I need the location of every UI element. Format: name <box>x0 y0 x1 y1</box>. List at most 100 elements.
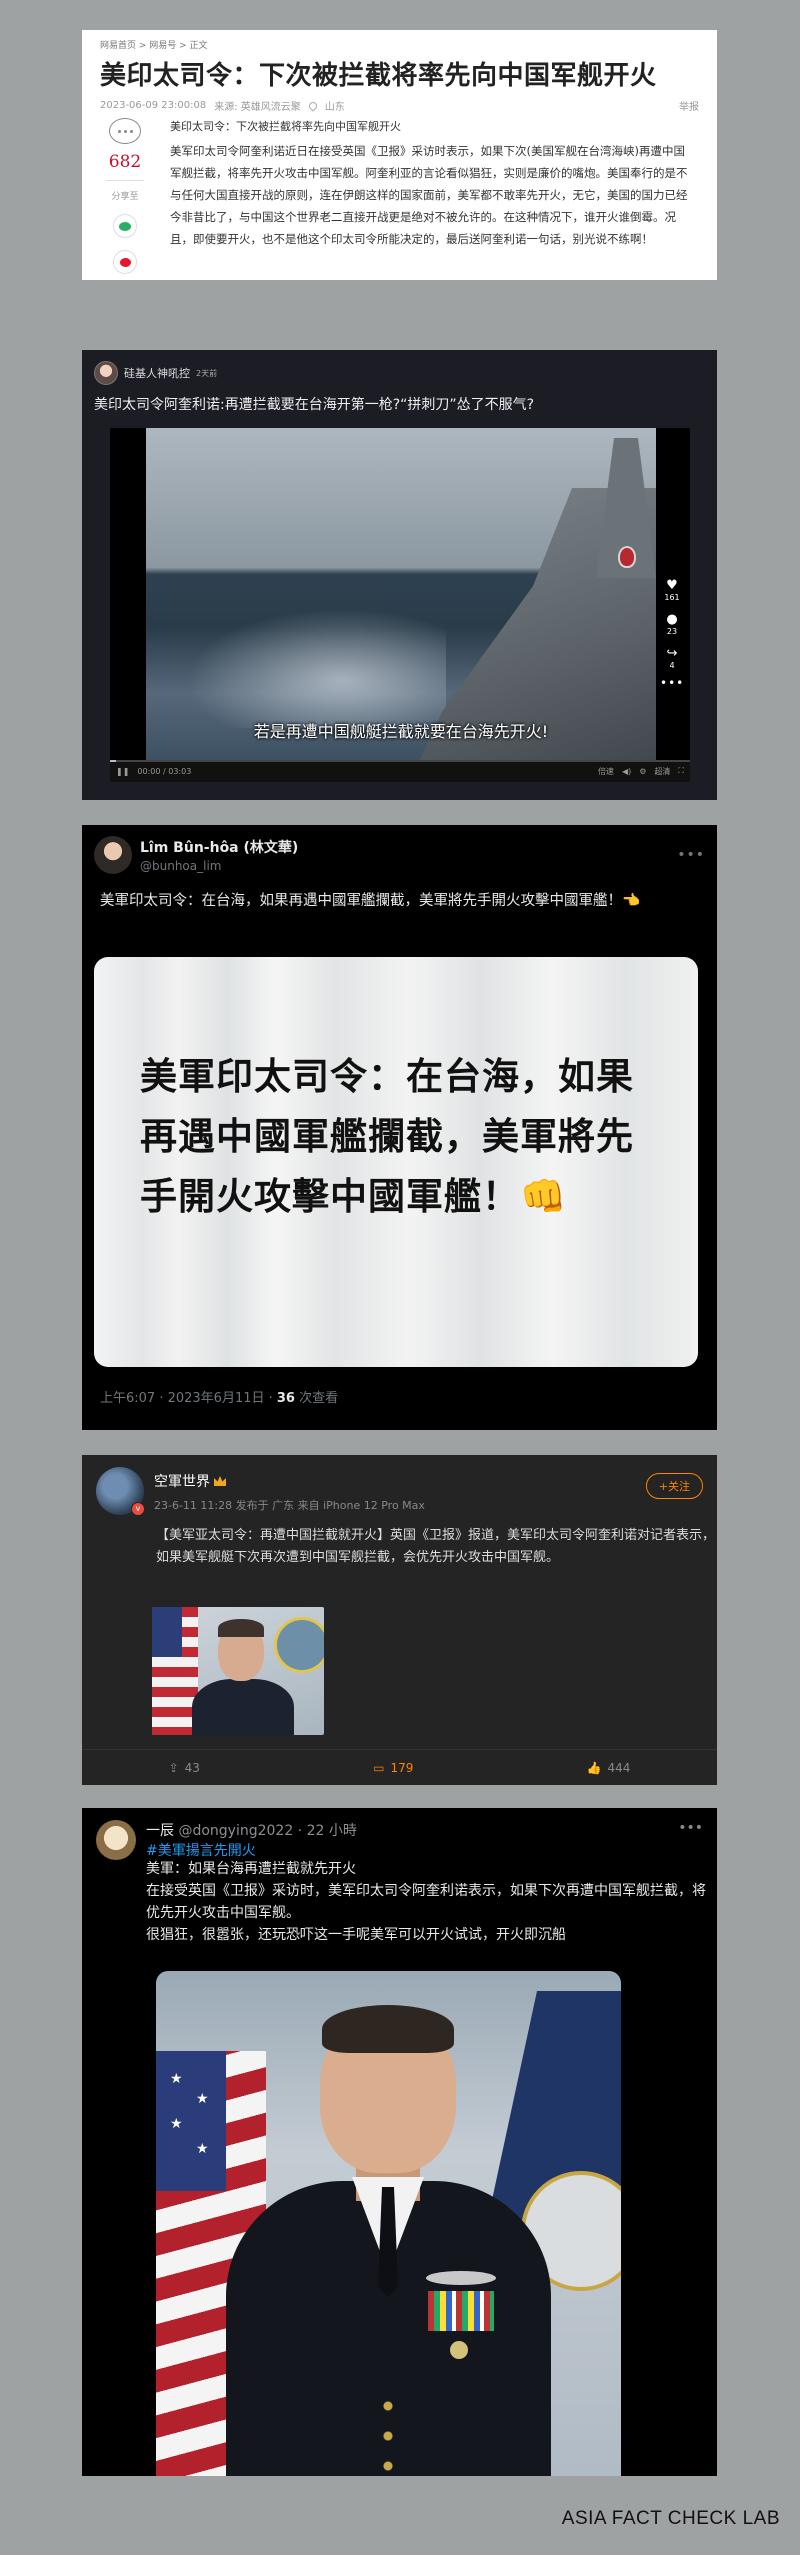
article-source[interactable]: 来源: 英雄风流云聚 <box>214 98 301 113</box>
command-seal <box>274 1617 324 1673</box>
tweet-header: Lîm Bûn-hôa (林文華) @bunhoa_lim ••• <box>94 835 705 875</box>
username[interactable]: 硅基人神吼控 <box>124 365 190 381</box>
volume-icon[interactable]: ◀) <box>622 767 631 776</box>
fullscreen-icon[interactable]: ⛶ <box>678 766 684 776</box>
display-name[interactable]: 一辰 <box>146 1823 174 1839</box>
post-line: 美軍：如果台海再遭拦截就先开火 <box>146 1861 356 1877</box>
aviator-wings <box>426 2271 496 2285</box>
divider <box>106 180 144 181</box>
comment-icon: ▭ <box>373 1760 385 1775</box>
video-post-panel: 硅基人神吼控 2天前 美印太司令阿奎利诺:再遭拦截要在台海开第一枪?“拼刺刀”怂… <box>82 350 717 800</box>
post-meta: 23-6-11 11:28 发布于 广东 来自 iPhone 12 Pro Ma… <box>154 1499 425 1512</box>
flag-star: ★ <box>196 2141 209 2157</box>
user-handle[interactable]: @dongying2022 · 22 小時 <box>178 1823 356 1839</box>
more-icon[interactable]: ••• <box>660 676 684 690</box>
follow-button[interactable]: +关注 <box>645 1473 703 1499</box>
avatar[interactable]: v <box>96 1467 145 1516</box>
more-icon[interactable]: ••• <box>677 847 705 863</box>
threads-panel: 一辰 @dongying2022 · 22 小時 #美軍揚言先開火 ••• 美軍… <box>82 1808 717 2476</box>
heart-icon[interactable]: ♥ <box>660 578 684 593</box>
repost-button[interactable]: ⇪ 43 <box>169 1761 200 1775</box>
thumbs-up-icon: 👍 <box>586 1760 602 1775</box>
video-title: 美印太司令阿奎利诺:再遭拦截要在台海开第一枪?“拼刺刀”怂了不服气? <box>94 397 535 413</box>
share-icon[interactable]: ↪ <box>660 646 684 661</box>
weibo-icon[interactable] <box>113 250 137 274</box>
article-body: 美军印太司令阿奎利诺近日在接受英国《卫报》采访时表示，如果下次(美国军舰在台湾海… <box>170 144 688 246</box>
verified-icon: v <box>131 1502 145 1516</box>
comment-button[interactable]: ▭ 179 <box>373 1761 413 1775</box>
flag-canton <box>156 2051 226 2191</box>
share-count: 4 <box>669 661 675 670</box>
progress-bar[interactable] <box>110 760 690 762</box>
admiral-photo[interactable] <box>152 1607 324 1735</box>
uniform <box>192 1679 294 1735</box>
avatar[interactable] <box>96 1820 136 1860</box>
share-label: 分享至 <box>111 192 139 202</box>
view-count: 36 <box>276 1391 295 1406</box>
comment-count: 179 <box>390 1760 414 1775</box>
flag-star: ★ <box>170 2116 183 2132</box>
repost-icon: ⇪ <box>168 1760 179 1775</box>
tweet-panel: Lîm Bûn-hôa (林文華) @bunhoa_lim ••• 美軍印太司令… <box>82 825 717 1430</box>
article-date: 2023-06-09 23:00:08 <box>100 100 207 111</box>
pause-icon[interactable]: ❚❚ <box>116 767 129 776</box>
post-line: 在接受英国《卫报》采访时，美军印太司令阿奎利诺表示，如果下次再遭中国军舰拦截，将… <box>146 1883 706 1921</box>
hair <box>218 1619 264 1637</box>
more-icon[interactable]: ••• <box>678 1820 703 1860</box>
tweet-image-card[interactable]: 美軍印太司令：在台海，如果再遇中國軍艦攔截，美軍將先手開火攻擊中國軍艦！👊 <box>94 957 698 1367</box>
tweet-text: 美軍印太司令：在台海，如果再遇中國軍艦攔截，美軍將先手開火攻擊中國軍艦！👈 <box>100 893 641 909</box>
display-name-row: 空軍世界 <box>154 1471 425 1491</box>
weibo-body: 【美军亚太司令：再遭中国拦截就开火】英国《卫报》报道，美军印太司令阿奎利诺对记者… <box>156 1528 716 1565</box>
crown-icon <box>214 1476 226 1486</box>
avatar[interactable] <box>94 361 118 385</box>
netease-article-panel: 网易首页 > 网易号 > 正文 美印太司令：下次被拦截将率先向中国军舰开火 20… <box>82 30 717 280</box>
tweet-timestamp: 上午6:07 · 2023年6月11日 · 36 次查看 <box>100 1387 338 1406</box>
comment-count[interactable]: 682 <box>100 152 150 172</box>
wechat-icon[interactable] <box>113 214 137 238</box>
ship-emblem <box>618 546 636 568</box>
weibo-panel: v 空軍世界 23-6-11 11:28 发布于 广东 来自 iPhone 12… <box>82 1455 717 1785</box>
speed-button[interactable]: 倍速 <box>598 766 614 777</box>
post-time: 2天前 <box>196 368 218 378</box>
video-controls: ❚❚ 00:00 / 03:03 倍速 ◀) ⚙ 超清 ⛶ <box>110 760 690 782</box>
video-player[interactable]: 若是再遭中国舰艇拦截就要在台海先开火! ♥ 161 ● 23 ↪ 4 ••• ❚… <box>110 428 690 782</box>
flag-star: ★ <box>170 2071 183 2087</box>
post-body: 美軍：如果台海再遭拦截就先开火 在接受英国《卫报》采访时，美军印太司令阿奎利诺表… <box>146 1858 706 1946</box>
comment-bubble-icon[interactable] <box>109 118 141 144</box>
post-header: 硅基人神吼控 2天前 <box>94 360 705 386</box>
display-name[interactable]: Lîm Bûn-hôa (林文華) <box>140 837 298 857</box>
flag-canton <box>152 1607 182 1657</box>
post-header: 一辰 @dongying2022 · 22 小時 #美軍揚言先開火 ••• <box>96 1820 703 1860</box>
uniform-buttons <box>382 2391 394 2476</box>
like-count: 444 <box>607 1760 631 1775</box>
display-name[interactable]: 空軍世界 <box>154 1471 210 1491</box>
user-handle[interactable]: @bunhoa_lim <box>140 859 298 873</box>
command-badge <box>450 2341 468 2359</box>
flag-star: ★ <box>196 2091 209 2107</box>
comment-icon[interactable]: ● <box>660 612 684 627</box>
article-side-toolbar: 682 分享至 <box>100 118 150 274</box>
hashtag-link[interactable]: #美軍揚言先開火 <box>146 1840 357 1860</box>
like-button[interactable]: 👍 444 <box>587 1761 631 1775</box>
settings-icon[interactable]: ⚙ <box>639 767 646 776</box>
repost-count: 43 <box>184 1760 200 1775</box>
location-pin-icon <box>307 99 319 112</box>
article-summary: 美印太司令：下次被拦截将率先向中国军舰开火 <box>170 120 401 133</box>
weibo-actions: ⇪ 43 ▭ 179 👍 444 <box>82 1749 717 1785</box>
video-frame[interactable]: 若是再遭中国舰艇拦截就要在台海先开火! <box>146 428 656 760</box>
article-content: 美印太司令：下次被拦截将率先向中国军舰开火 美军印太司令阿奎利诺近日在接受英国《… <box>170 118 690 250</box>
report-link[interactable]: 举报 <box>679 98 699 113</box>
admiral-portrait[interactable]: ★ ★ ★ ★ <box>156 1971 621 2476</box>
like-count: 161 <box>664 593 680 602</box>
progress-fill <box>110 760 116 762</box>
video-subtitle: 若是再遭中国舰艇拦截就要在台海先开火! <box>253 722 549 741</box>
comment-count: 23 <box>666 627 678 636</box>
weibo-header: v 空軍世界 23-6-11 11:28 发布于 广东 来自 iPhone 12… <box>96 1467 703 1516</box>
breadcrumb[interactable]: 网易首页 > 网易号 > 正文 <box>100 38 699 51</box>
credit-label: ASIA FACT CHECK LAB <box>561 2508 780 2529</box>
avatar[interactable] <box>94 836 132 874</box>
quality-button[interactable]: 超清 <box>654 766 670 777</box>
tweet-time[interactable]: 上午6:07 · 2023年6月11日 · <box>100 1391 277 1406</box>
service-ribbons <box>428 2291 494 2331</box>
hair <box>322 2005 454 2053</box>
